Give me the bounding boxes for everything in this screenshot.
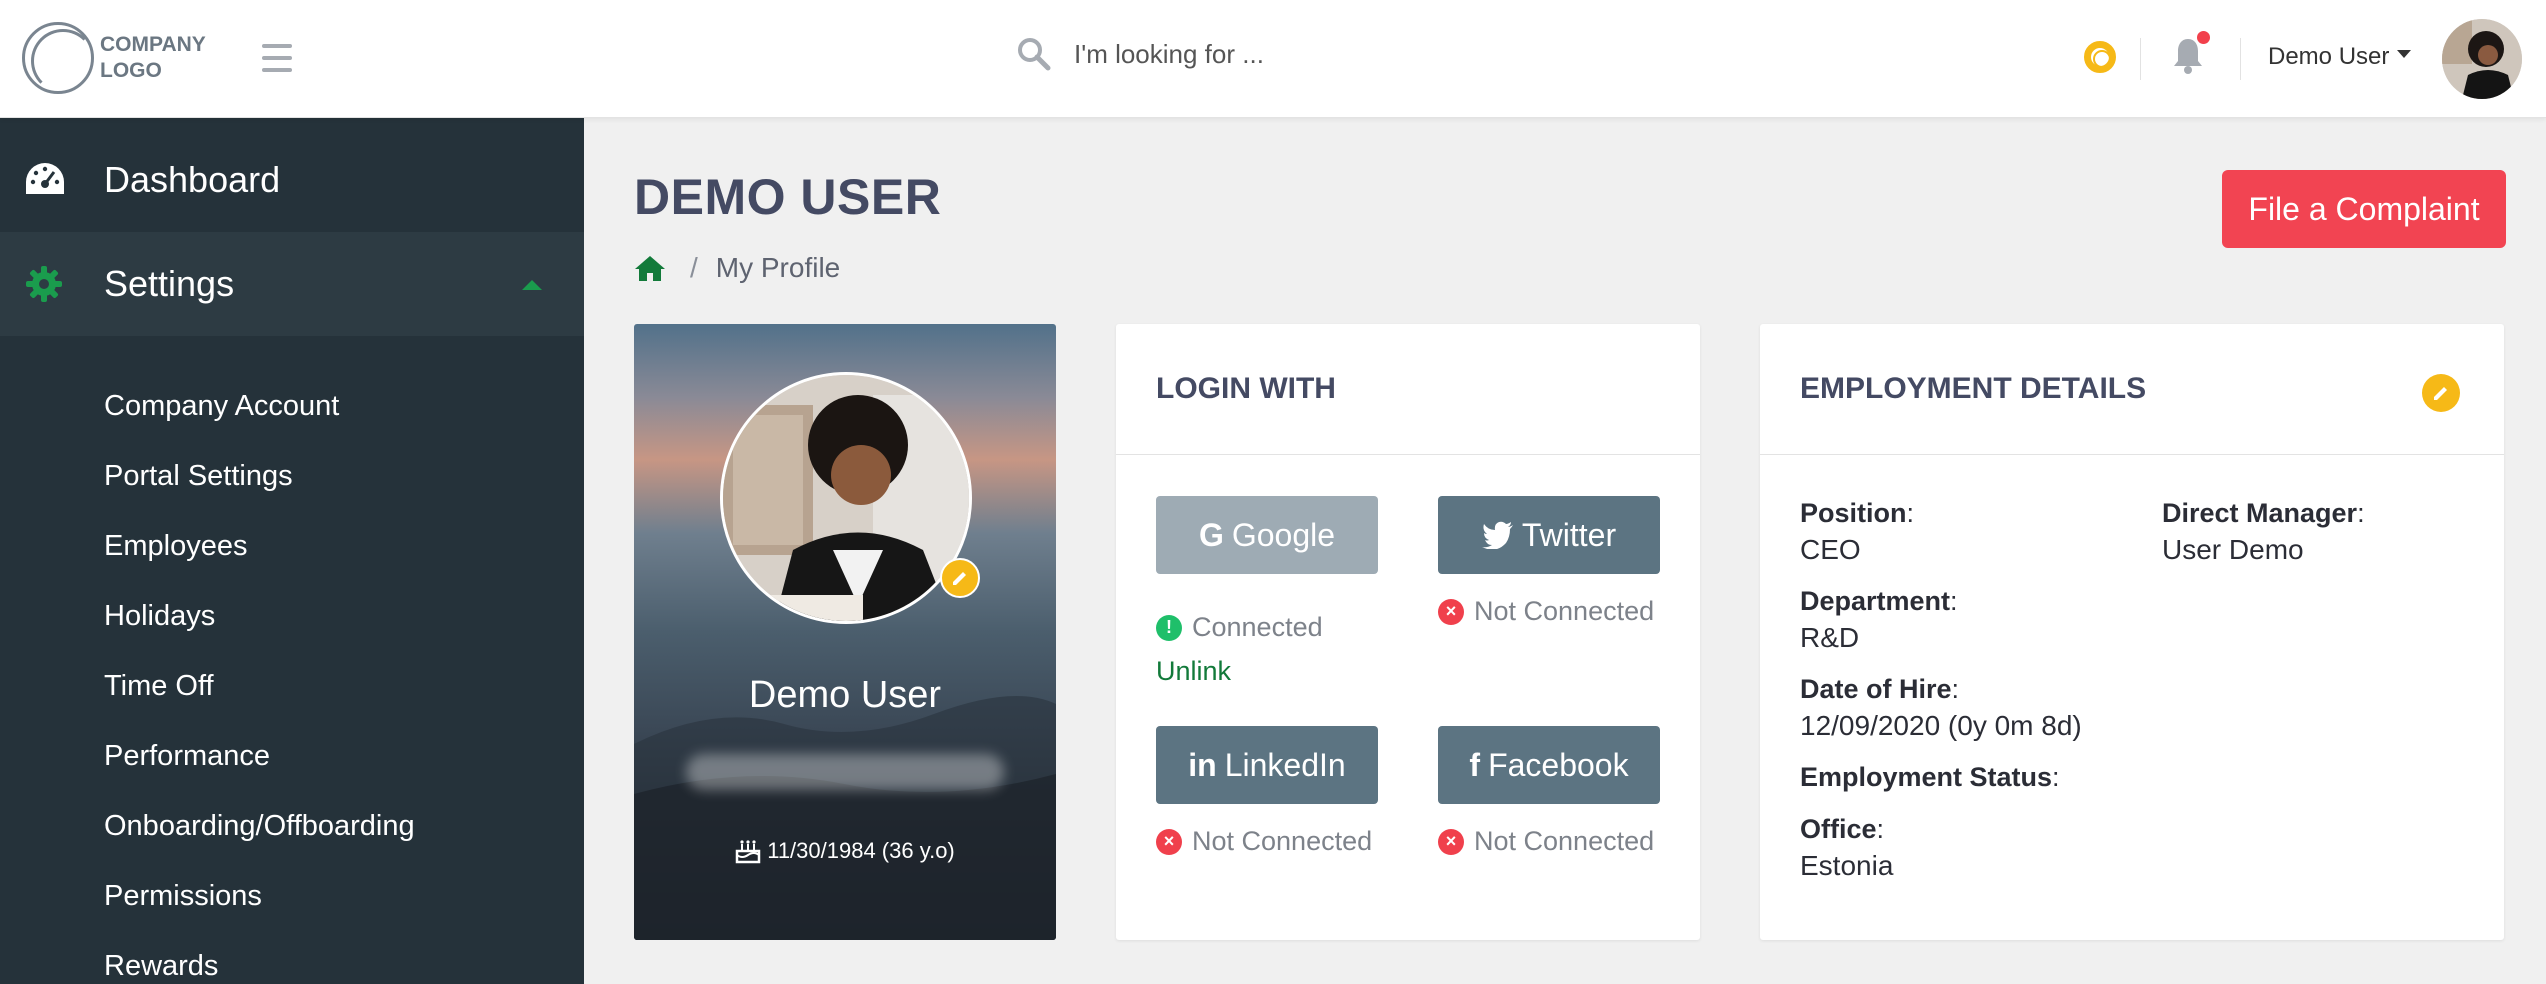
logo-line-1: COMPANY [100, 33, 206, 56]
profile-card: Demo User 11/30/1984 (36 y.o) [634, 324, 1056, 940]
sidebar-item-settings[interactable]: Settings [0, 232, 584, 336]
direct-manager-value: User Demo [2162, 534, 2304, 565]
twitter-bird-icon [1481, 521, 1513, 549]
divider [2140, 38, 2141, 80]
caret-down-icon [2397, 50, 2412, 58]
sidebar-subitem-portal-settings[interactable]: Portal Settings [104, 460, 293, 493]
page-title: DEMO USER [634, 169, 942, 225]
profile-name: Demo User [748, 674, 942, 716]
edit-photo-pencil-icon[interactable] [940, 558, 980, 598]
twitter-status: × Not Connected [1438, 596, 1654, 627]
office-value: Estonia [1800, 850, 1894, 881]
employment-details-title: EMPLOYMENT DETAILS [1760, 324, 2504, 455]
sidebar-item-dashboard[interactable]: Dashboard [0, 128, 584, 232]
google-login-button[interactable]: G Google [1156, 496, 1378, 574]
linkedin-login-button[interactable]: in LinkedIn [1156, 726, 1378, 804]
google-button-label: Google [1231, 516, 1336, 553]
search-icon [1018, 38, 1051, 71]
sidebar-subitem-holidays[interactable]: Holidays [104, 600, 215, 633]
divider [2240, 38, 2241, 80]
facebook-status: × Not Connected [1438, 826, 1654, 857]
facebook-icon: f [1469, 746, 1481, 783]
facebook-status-text: Not Connected [1474, 826, 1655, 856]
sidebar-subitem-permissions[interactable]: Permissions [104, 880, 262, 913]
sidebar-item-label: Dashboard [104, 159, 281, 200]
not-connected-x-icon: × [1156, 828, 1182, 855]
profile-email-redacted [686, 754, 1004, 790]
profile-dob-text: 11/30/1984 (36 y.o) [767, 838, 955, 863]
search-input[interactable] [1074, 38, 1494, 70]
breadcrumb-separator: / [690, 252, 698, 283]
breadcrumb: / My Profile [634, 252, 840, 284]
google-status-text: Connected [1192, 612, 1323, 642]
direct-manager-label: Direct Manager: [2162, 498, 2365, 528]
date-of-hire-label: Date of Hire: [1800, 674, 1960, 704]
logo-text: COMPANY LOGO [100, 32, 206, 84]
not-connected-x-icon: × [1438, 828, 1464, 855]
dashboard-gauge-icon [26, 163, 64, 194]
twitter-login-button[interactable]: Twitter [1438, 496, 1660, 574]
chevron-up-icon [522, 280, 542, 290]
logo-mark [22, 22, 95, 94]
notification-badge [2195, 29, 2212, 46]
user-menu-dropdown[interactable]: Demo User [2268, 43, 2412, 71]
department-label: Department: [1800, 586, 1958, 616]
twitter-button-label: Twitter [1521, 516, 1617, 553]
sidebar-subitem-onboarding[interactable]: Onboarding/Offboarding [104, 810, 415, 843]
twitter-status-text: Not Connected [1474, 596, 1655, 626]
user-menu-name: Demo User [2268, 43, 2390, 70]
department-value: R&D [1800, 622, 1860, 653]
sidebar-subitem-employees[interactable]: Employees [104, 530, 247, 563]
help-lifebuoy-icon[interactable] [2084, 41, 2116, 73]
profile-birthday: 11/30/1984 (36 y.o) [634, 838, 1056, 864]
company-logo[interactable]: COMPANY LOGO [22, 22, 206, 94]
birthday-cake-icon [735, 840, 761, 864]
not-connected-x-icon: × [1438, 598, 1464, 625]
google-icon: G [1198, 516, 1224, 553]
edit-employment-pencil-icon[interactable] [2422, 374, 2460, 412]
linkedin-icon: in [1188, 746, 1217, 783]
sidebar-subitem-performance[interactable]: Performance [104, 740, 270, 773]
connected-check-icon: ! [1156, 614, 1182, 641]
sidebar-item-label: Settings [104, 263, 235, 304]
sidebar-subitem-rewards[interactable]: Rewards [104, 950, 218, 983]
sidebar: Dashboard Settings Company Account Porta… [0, 118, 584, 984]
date-of-hire-value: 12/09/2020 (0y 0m 8d) [1800, 710, 2082, 741]
position-value: CEO [1800, 534, 1861, 565]
profile-photo-image [723, 375, 969, 621]
linkedin-status: × Not Connected [1156, 826, 1372, 857]
breadcrumb-current: My Profile [715, 252, 841, 283]
home-icon[interactable] [634, 254, 666, 282]
google-status: ! Connected [1156, 612, 1323, 643]
sidebar-subitem-time-off[interactable]: Time Off [104, 670, 214, 703]
linkedin-button-label: LinkedIn [1224, 746, 1346, 783]
google-unlink-link[interactable]: Unlink [1156, 656, 1231, 687]
menu-toggle-icon[interactable] [262, 44, 292, 72]
linkedin-status-text: Not Connected [1192, 826, 1373, 856]
gear-icon [26, 266, 62, 302]
login-with-card: LOGIN WITH G Google ! Connected Unlink T… [1116, 324, 1700, 940]
file-complaint-button[interactable]: File a Complaint [2222, 170, 2506, 248]
facebook-button-label: Facebook [1488, 746, 1629, 783]
facebook-login-button[interactable]: f Facebook [1438, 726, 1660, 804]
sidebar-subitem-company-account[interactable]: Company Account [104, 390, 339, 423]
login-with-title: LOGIN WITH [1116, 324, 1700, 455]
logo-line-2: LOGO [100, 59, 162, 82]
profile-photo [720, 372, 972, 624]
position-label: Position: [1800, 498, 1915, 528]
employment-status-label: Employment Status: [1800, 762, 2060, 792]
employment-details-card: EMPLOYMENT DETAILS Position: CEO Direct … [1760, 324, 2504, 940]
office-label: Office: [1800, 814, 1885, 844]
search-bar [1016, 36, 1494, 72]
avatar[interactable] [2442, 19, 2522, 99]
avatar-photo [2442, 19, 2522, 99]
top-header: COMPANY LOGO Demo User [0, 0, 2546, 118]
